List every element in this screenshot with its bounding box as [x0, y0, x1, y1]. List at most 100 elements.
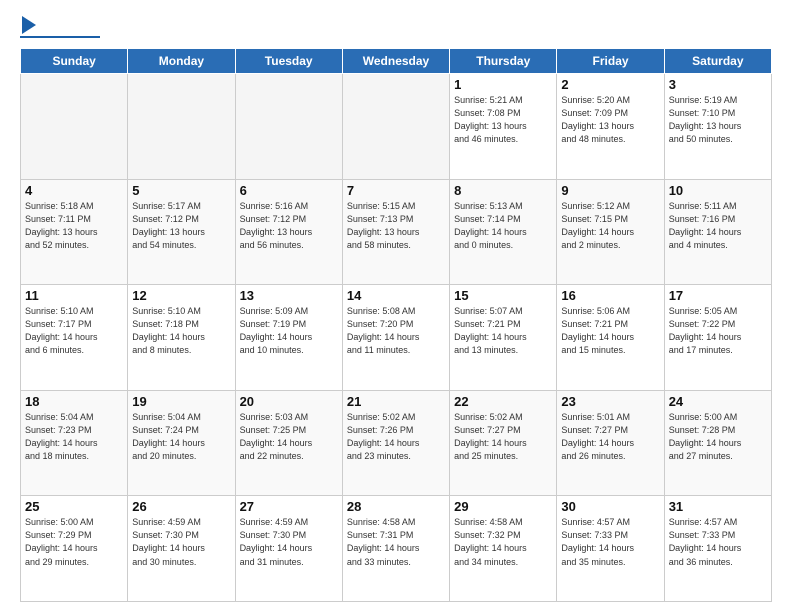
day-info: Sunrise: 5:10 AMSunset: 7:17 PMDaylight:…	[25, 305, 123, 357]
day-info: Sunrise: 4:57 AMSunset: 7:33 PMDaylight:…	[669, 516, 767, 568]
calendar-cell: 27 Sunrise: 4:59 AMSunset: 7:30 PMDayligh…	[235, 496, 342, 602]
calendar-cell: 24 Sunrise: 5:00 AMSunset: 7:28 PMDayligh…	[664, 390, 771, 496]
day-number: 3	[669, 77, 767, 92]
day-number: 20	[240, 394, 338, 409]
day-info: Sunrise: 5:11 AMSunset: 7:16 PMDaylight:…	[669, 200, 767, 252]
day-info: Sunrise: 5:16 AMSunset: 7:12 PMDaylight:…	[240, 200, 338, 252]
day-number: 14	[347, 288, 445, 303]
day-info: Sunrise: 5:13 AMSunset: 7:14 PMDaylight:…	[454, 200, 552, 252]
day-number: 24	[669, 394, 767, 409]
calendar-cell: 11Sunrise: 5:10 AMSunset: 7:17 PMDayligh…	[21, 285, 128, 391]
day-info: Sunrise: 5:15 AMSunset: 7:13 PMDaylight:…	[347, 200, 445, 252]
calendar-cell: 1 Sunrise: 5:21 AMSunset: 7:08 PMDaylight…	[450, 74, 557, 180]
calendar-cell	[21, 74, 128, 180]
calendar-cell: 5Sunrise: 5:17 AMSunset: 7:12 PMDaylight…	[128, 179, 235, 285]
day-number: 9	[561, 183, 659, 198]
calendar-cell: 12 Sunrise: 5:10 AMSunset: 7:18 PMDayligh…	[128, 285, 235, 391]
week-row-5: 25 Sunrise: 5:00 AMSunset: 7:29 PMDayligh…	[21, 496, 772, 602]
header-cell-sunday: Sunday	[21, 49, 128, 74]
calendar-cell: 2Sunrise: 5:20 AMSunset: 7:09 PMDaylight…	[557, 74, 664, 180]
calendar-cell: 22Sunrise: 5:02 AMSunset: 7:27 PMDayligh…	[450, 390, 557, 496]
calendar-cell: 3 Sunrise: 5:19 AMSunset: 7:10 PMDaylight…	[664, 74, 771, 180]
calendar-cell: 23 Sunrise: 5:01 AMSunset: 7:27 PMDayligh…	[557, 390, 664, 496]
calendar-cell: 21 Sunrise: 5:02 AMSunset: 7:26 PMDayligh…	[342, 390, 449, 496]
day-info: Sunrise: 4:59 AMSunset: 7:30 PMDaylight:…	[240, 516, 338, 568]
day-number: 31	[669, 499, 767, 514]
day-number: 6	[240, 183, 338, 198]
calendar-cell: 19 Sunrise: 5:04 AMSunset: 7:24 PMDayligh…	[128, 390, 235, 496]
header-cell-monday: Monday	[128, 49, 235, 74]
day-number: 10	[669, 183, 767, 198]
calendar-cell: 7 Sunrise: 5:15 AMSunset: 7:13 PMDaylight…	[342, 179, 449, 285]
logo	[20, 18, 100, 38]
day-number: 1	[454, 77, 552, 92]
header-cell-wednesday: Wednesday	[342, 49, 449, 74]
calendar-cell: 31 Sunrise: 4:57 AMSunset: 7:33 PMDayligh…	[664, 496, 771, 602]
calendar-cell: 4 Sunrise: 5:18 AMSunset: 7:11 PMDaylight…	[21, 179, 128, 285]
week-row-4: 18 Sunrise: 5:04 AMSunset: 7:23 PMDayligh…	[21, 390, 772, 496]
calendar-cell: 8 Sunrise: 5:13 AMSunset: 7:14 PMDaylight…	[450, 179, 557, 285]
day-number: 23	[561, 394, 659, 409]
day-number: 7	[347, 183, 445, 198]
day-number: 21	[347, 394, 445, 409]
day-info: Sunrise: 4:58 AMSunset: 7:32 PMDaylight:…	[454, 516, 552, 568]
calendar-cell: 9 Sunrise: 5:12 AMSunset: 7:15 PMDaylight…	[557, 179, 664, 285]
day-number: 13	[240, 288, 338, 303]
day-info: Sunrise: 5:01 AMSunset: 7:27 PMDaylight:…	[561, 411, 659, 463]
week-row-3: 11Sunrise: 5:10 AMSunset: 7:17 PMDayligh…	[21, 285, 772, 391]
calendar-cell: 16 Sunrise: 5:06 AMSunset: 7:21 PMDayligh…	[557, 285, 664, 391]
logo-underline	[20, 36, 100, 38]
day-number: 8	[454, 183, 552, 198]
day-info: Sunrise: 5:00 AMSunset: 7:28 PMDaylight:…	[669, 411, 767, 463]
calendar-cell: 20Sunrise: 5:03 AMSunset: 7:25 PMDayligh…	[235, 390, 342, 496]
day-number: 18	[25, 394, 123, 409]
day-info: Sunrise: 5:06 AMSunset: 7:21 PMDaylight:…	[561, 305, 659, 357]
day-number: 15	[454, 288, 552, 303]
calendar-cell	[235, 74, 342, 180]
day-number: 25	[25, 499, 123, 514]
day-info: Sunrise: 5:05 AMSunset: 7:22 PMDaylight:…	[669, 305, 767, 357]
logo-arrow-icon	[22, 16, 36, 34]
day-info: Sunrise: 5:08 AMSunset: 7:20 PMDaylight:…	[347, 305, 445, 357]
day-number: 30	[561, 499, 659, 514]
day-info: Sunrise: 4:57 AMSunset: 7:33 PMDaylight:…	[561, 516, 659, 568]
day-info: Sunrise: 5:04 AMSunset: 7:23 PMDaylight:…	[25, 411, 123, 463]
header-cell-friday: Friday	[557, 49, 664, 74]
day-number: 4	[25, 183, 123, 198]
day-info: Sunrise: 5:09 AMSunset: 7:19 PMDaylight:…	[240, 305, 338, 357]
day-number: 12	[132, 288, 230, 303]
calendar-cell: 17 Sunrise: 5:05 AMSunset: 7:22 PMDayligh…	[664, 285, 771, 391]
day-number: 29	[454, 499, 552, 514]
page: SundayMondayTuesdayWednesdayThursdayFrid…	[0, 0, 792, 612]
calendar-cell: 30 Sunrise: 4:57 AMSunset: 7:33 PMDayligh…	[557, 496, 664, 602]
day-info: Sunrise: 5:02 AMSunset: 7:26 PMDaylight:…	[347, 411, 445, 463]
day-number: 27	[240, 499, 338, 514]
calendar-cell: 25 Sunrise: 5:00 AMSunset: 7:29 PMDayligh…	[21, 496, 128, 602]
day-number: 2	[561, 77, 659, 92]
calendar-cell	[342, 74, 449, 180]
day-info: Sunrise: 5:04 AMSunset: 7:24 PMDaylight:…	[132, 411, 230, 463]
calendar-cell: 28Sunrise: 4:58 AMSunset: 7:31 PMDayligh…	[342, 496, 449, 602]
day-info: Sunrise: 4:59 AMSunset: 7:30 PMDaylight:…	[132, 516, 230, 568]
calendar-cell: 18 Sunrise: 5:04 AMSunset: 7:23 PMDayligh…	[21, 390, 128, 496]
calendar-cell: 15Sunrise: 5:07 AMSunset: 7:21 PMDayligh…	[450, 285, 557, 391]
day-info: Sunrise: 5:18 AMSunset: 7:11 PMDaylight:…	[25, 200, 123, 252]
calendar-cell: 13 Sunrise: 5:09 AMSunset: 7:19 PMDayligh…	[235, 285, 342, 391]
day-info: Sunrise: 5:19 AMSunset: 7:10 PMDaylight:…	[669, 94, 767, 146]
day-number: 17	[669, 288, 767, 303]
day-info: Sunrise: 5:12 AMSunset: 7:15 PMDaylight:…	[561, 200, 659, 252]
day-number: 5	[132, 183, 230, 198]
header-cell-tuesday: Tuesday	[235, 49, 342, 74]
week-row-2: 4 Sunrise: 5:18 AMSunset: 7:11 PMDaylight…	[21, 179, 772, 285]
calendar-cell: 6 Sunrise: 5:16 AMSunset: 7:12 PMDaylight…	[235, 179, 342, 285]
header-cell-thursday: Thursday	[450, 49, 557, 74]
day-info: Sunrise: 5:21 AMSunset: 7:08 PMDaylight:…	[454, 94, 552, 146]
day-number: 16	[561, 288, 659, 303]
day-number: 19	[132, 394, 230, 409]
day-info: Sunrise: 5:00 AMSunset: 7:29 PMDaylight:…	[25, 516, 123, 568]
calendar-cell: 14 Sunrise: 5:08 AMSunset: 7:20 PMDayligh…	[342, 285, 449, 391]
calendar-cell: 29 Sunrise: 4:58 AMSunset: 7:32 PMDayligh…	[450, 496, 557, 602]
calendar-cell: 26Sunrise: 4:59 AMSunset: 7:30 PMDayligh…	[128, 496, 235, 602]
day-info: Sunrise: 5:10 AMSunset: 7:18 PMDaylight:…	[132, 305, 230, 357]
calendar-table: SundayMondayTuesdayWednesdayThursdayFrid…	[20, 48, 772, 602]
